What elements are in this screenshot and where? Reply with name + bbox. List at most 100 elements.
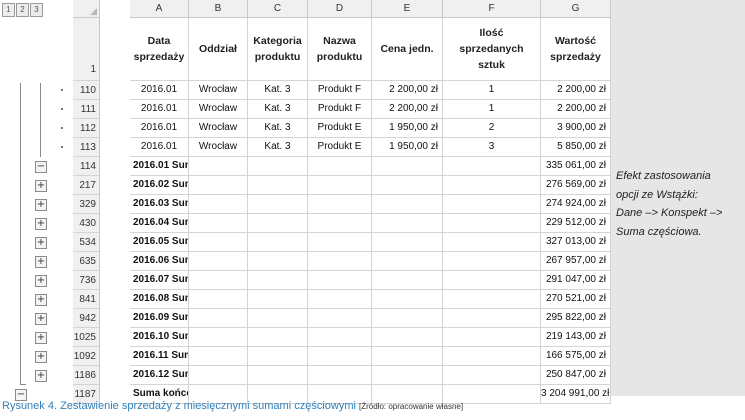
empty-cell[interactable] [372,366,443,385]
empty-cell[interactable] [443,366,541,385]
expand-group-button[interactable]: + [35,199,47,211]
empty-cell[interactable] [189,214,248,233]
subtotal-value[interactable]: 274 924,00 zł [541,195,611,214]
row-header[interactable]: 942 [73,309,100,328]
table-cell[interactable]: Kat. 3 [248,100,308,119]
empty-cell[interactable] [308,290,372,309]
subtotal-label[interactable]: 2016.11 Suma [130,347,189,366]
empty-cell[interactable] [308,195,372,214]
empty-cell[interactable] [308,214,372,233]
empty-cell[interactable] [443,347,541,366]
subtotal-label[interactable]: 2016.07 Suma [130,271,189,290]
empty-cell[interactable] [308,233,372,252]
expand-group-button[interactable]: + [35,256,47,268]
empty-cell[interactable] [308,309,372,328]
empty-cell[interactable] [443,195,541,214]
column-header-f[interactable]: F [443,0,541,18]
outline-level-3-button[interactable]: 3 [30,3,43,17]
table-cell[interactable]: 1 950,00 zł [372,138,443,157]
column-header-g[interactable]: G [541,0,611,18]
expand-group-button[interactable]: + [35,180,47,192]
empty-cell[interactable] [443,214,541,233]
table-cell[interactable]: Kat. 3 [248,138,308,157]
empty-cell[interactable] [308,252,372,271]
empty-cell[interactable] [189,290,248,309]
column-header-a[interactable]: A [130,0,189,18]
empty-cell[interactable] [248,328,308,347]
empty-cell[interactable] [443,176,541,195]
empty-cell[interactable] [189,366,248,385]
empty-cell[interactable] [443,233,541,252]
subtotal-label[interactable]: 2016.12 Suma [130,366,189,385]
table-cell[interactable]: 2016.01 [130,138,189,157]
outline-level-1-button[interactable]: 1 [2,3,15,17]
empty-cell[interactable] [189,328,248,347]
table-cell[interactable]: Produkt F [308,81,372,100]
empty-cell[interactable] [248,157,308,176]
column-header-c[interactable]: C [248,0,308,18]
empty-cell[interactable] [189,195,248,214]
subtotal-label[interactable]: 2016.08 Suma [130,290,189,309]
subtotal-value[interactable]: 267 957,00 zł [541,252,611,271]
table-cell[interactable]: 2 200,00 zł [541,81,611,100]
table-cell[interactable]: 1 950,00 zł [372,119,443,138]
table-cell[interactable]: Kat. 3 [248,119,308,138]
table-cell[interactable]: Produkt E [308,119,372,138]
select-all-corner[interactable] [73,0,100,18]
table-cell[interactable]: 2016.01 [130,100,189,119]
table-cell[interactable]: 2 [443,119,541,138]
table-cell[interactable]: Wrocław [189,81,248,100]
table-cell[interactable]: Produkt E [308,138,372,157]
empty-cell[interactable] [372,290,443,309]
subtotal-label[interactable]: 2016.01 Suma [130,157,189,176]
subtotal-value[interactable]: 291 047,00 zł [541,271,611,290]
column-header-e[interactable]: E [372,0,443,18]
empty-cell[interactable] [248,347,308,366]
subtotal-value[interactable]: 335 061,00 zł [541,157,611,176]
empty-cell[interactable] [372,252,443,271]
subtotal-label[interactable]: 2016.09 Suma [130,309,189,328]
empty-cell[interactable] [248,176,308,195]
empty-cell[interactable] [248,195,308,214]
subtotal-value[interactable]: 276 569,00 zł [541,176,611,195]
subtotal-value[interactable]: 295 822,00 zł [541,309,611,328]
expand-group-button[interactable]: + [35,313,47,325]
subtotal-label[interactable]: 2016.04 Suma [130,214,189,233]
empty-cell[interactable] [189,271,248,290]
subtotal-value[interactable]: 327 013,00 zł [541,233,611,252]
row-header[interactable]: 114 [73,157,100,176]
empty-cell[interactable] [189,252,248,271]
row-header[interactable]: 1025 [73,328,100,347]
empty-cell[interactable] [308,366,372,385]
empty-cell[interactable] [372,195,443,214]
empty-cell[interactable] [308,157,372,176]
empty-cell[interactable] [308,271,372,290]
empty-cell[interactable] [443,309,541,328]
table-cell[interactable]: 5 850,00 zł [541,138,611,157]
row-header[interactable]: 1 [73,18,100,81]
empty-cell[interactable] [443,271,541,290]
table-cell[interactable]: 2 200,00 zł [541,100,611,119]
expand-group-button[interactable]: + [35,370,47,382]
column-header-d[interactable]: D [308,0,372,18]
empty-cell[interactable] [189,309,248,328]
empty-cell[interactable] [372,347,443,366]
table-cell[interactable]: Produkt F [308,100,372,119]
empty-cell[interactable] [189,157,248,176]
collapse-group-button[interactable]: − [35,161,47,173]
empty-cell[interactable] [372,214,443,233]
empty-cell[interactable] [443,157,541,176]
empty-cell[interactable] [372,176,443,195]
column-header-b[interactable]: B [189,0,248,18]
subtotal-value[interactable]: 270 521,00 zł [541,290,611,309]
grand-total-value[interactable]: 3 204 991,00 zł [541,385,611,404]
row-header[interactable]: 112 [73,119,100,138]
empty-cell[interactable] [189,347,248,366]
empty-cell[interactable] [189,233,248,252]
row-header[interactable]: 329 [73,195,100,214]
row-header[interactable]: 113 [73,138,100,157]
row-header[interactable]: 110 [73,81,100,100]
empty-cell[interactable] [248,271,308,290]
subtotal-label[interactable]: 2016.05 Suma [130,233,189,252]
empty-cell[interactable] [372,309,443,328]
